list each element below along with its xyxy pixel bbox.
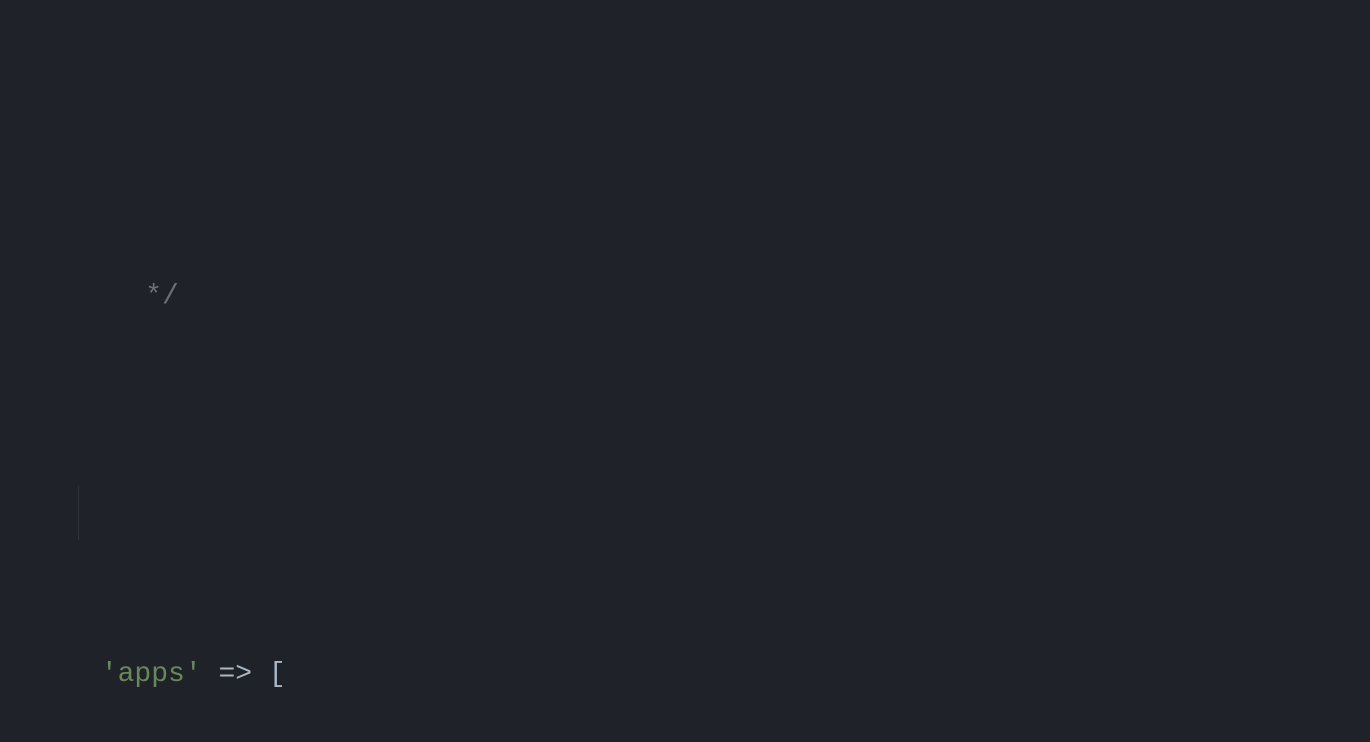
- code-line[interactable]: 'apps' => [: [0, 486, 1370, 540]
- key-apps: 'apps': [101, 659, 202, 690]
- code-editor[interactable]: */ 'apps' => [ [ 'id' => env( key: 'PUSH…: [0, 0, 1370, 742]
- open-bracket: [: [269, 659, 286, 690]
- arrow-op: =>: [202, 659, 269, 690]
- code-line[interactable]: */: [0, 216, 1370, 270]
- comment-end: */: [67, 281, 179, 312]
